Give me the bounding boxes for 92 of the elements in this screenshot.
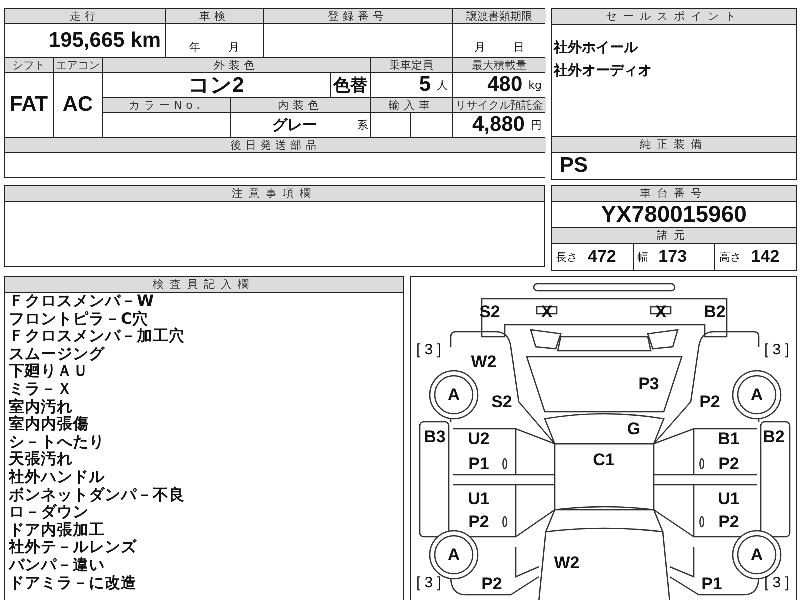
damage-code: U2 xyxy=(468,430,490,448)
damage-code: P1 xyxy=(702,576,722,592)
inspector-note: 天張汚れ xyxy=(9,451,73,468)
inspector-note: シ－トへたり xyxy=(9,434,105,451)
section-header: 純正装備 xyxy=(552,136,796,153)
field-label: カラーNo. xyxy=(103,98,230,112)
inspector-note: ロ－ダウン xyxy=(9,504,89,522)
inspector-note: 社外テ－ルレンズ xyxy=(9,539,137,556)
field-label: 最大積載量 xyxy=(453,58,546,72)
field-label: 車検 xyxy=(166,9,263,23)
field-value: 480 xyxy=(488,73,523,97)
inspector-note: 室内汚れ xyxy=(9,398,73,416)
field-label: 輸入車 xyxy=(371,98,452,112)
field-label: 乗車定員 xyxy=(371,58,452,72)
tire-rating: [ 3 ] xyxy=(764,576,790,590)
field-value: コン2 xyxy=(188,73,244,97)
spec-value: 173 xyxy=(658,247,688,267)
field-value: AC xyxy=(62,93,94,117)
damage-code: U1 xyxy=(468,490,490,508)
field-label: 後日発送部品 xyxy=(5,138,546,152)
unit-label: 月 xyxy=(474,40,486,55)
tire-rating: [ 3 ] xyxy=(416,576,442,590)
tire-rating: [ 3 ] xyxy=(764,342,790,358)
spec-label: 高さ xyxy=(719,250,742,264)
damage-code: S2 xyxy=(492,394,512,410)
wheel-code: A xyxy=(448,386,460,404)
section-header: 注意事項欄 xyxy=(5,186,544,202)
damage-code: U1 xyxy=(718,490,740,508)
damage-code: B2 xyxy=(704,304,726,320)
chassis-number: YX780015960 xyxy=(601,201,747,228)
sales-point: 社外オーディオ xyxy=(554,62,652,80)
wheel-code: A xyxy=(750,386,764,404)
damage-code: W2 xyxy=(554,554,580,572)
field-value: 5 xyxy=(419,73,431,97)
damage-code: P2 xyxy=(718,456,740,472)
damage-code: C1 xyxy=(593,452,615,468)
damage-code: B3 xyxy=(424,428,446,446)
unit-label: 年 xyxy=(190,40,200,55)
damage-code: W2 xyxy=(471,354,497,370)
spec-label: 幅 xyxy=(638,250,649,264)
wheel-code: A xyxy=(448,546,460,564)
field-label: エアコン xyxy=(54,58,102,72)
damage-code: B1 xyxy=(718,430,740,448)
damage-code: P2 xyxy=(482,576,502,592)
section-header: セールスポイント xyxy=(552,9,796,25)
damage-code: P2 xyxy=(700,394,720,410)
unit-label: 日 xyxy=(514,40,524,55)
inspector-note: ボンネットダンパ－不良 xyxy=(9,486,185,504)
wheel-code: A xyxy=(750,546,764,564)
inspector-note: Ｆクロスメンバ－W xyxy=(9,293,154,310)
unit-label: kg xyxy=(528,78,542,92)
field-value: FAT xyxy=(10,93,48,117)
damage-code: P2 xyxy=(718,514,740,530)
inspector-note: ミラ－Ｘ xyxy=(9,380,73,398)
inspector-note: スムージング xyxy=(9,346,105,364)
section-header: 車台番号 xyxy=(552,186,796,202)
inspector-note: フロントピラ－C穴 xyxy=(9,310,148,328)
field-label: 譲渡書類期限 xyxy=(453,9,546,23)
damage-code: P1 xyxy=(468,456,490,472)
inspector-note: 下廻りＡＵ xyxy=(9,363,89,381)
inspector-note: バンパ－違い xyxy=(9,556,105,574)
unit-label: 円 xyxy=(531,118,542,132)
field-value: 4,880 xyxy=(472,113,525,137)
inspector-note: 室内内張傷 xyxy=(9,416,89,434)
spec-label: 長さ xyxy=(556,250,578,264)
field-value: グレー xyxy=(272,116,318,134)
damage-code: P3 xyxy=(638,376,660,392)
mileage-value: 195,665 km xyxy=(48,28,161,52)
spec-value: 142 xyxy=(751,247,780,267)
field-label: 内装色 xyxy=(231,98,370,112)
repaint-mark: 色替 xyxy=(334,74,368,96)
spec-value: 472 xyxy=(588,247,616,267)
inspector-note: ドア内張加工 xyxy=(9,522,105,539)
field-label: 登録番号 xyxy=(264,9,452,23)
unit-label: 月 xyxy=(228,40,240,55)
tire-rating: [ 3 ] xyxy=(416,342,442,358)
field-label: 外装色 xyxy=(103,58,370,72)
field-label: シフト xyxy=(5,58,53,72)
damage-code: G xyxy=(627,420,641,438)
field-label: リサイクル預託金 xyxy=(453,98,546,112)
sales-point: 社外ホイール xyxy=(554,39,638,57)
section-header: 検査員記入欄 xyxy=(5,277,403,293)
damage-code: B2 xyxy=(763,428,785,446)
unit-label: 人 xyxy=(437,78,448,92)
inspector-note: 社外ハンドル xyxy=(9,468,105,487)
inspector-note: ドアミラ－に改造 xyxy=(9,574,137,592)
field-label: 走行 xyxy=(5,9,165,23)
section-header: 諸元 xyxy=(552,227,796,244)
equipment-value: PS xyxy=(560,154,588,178)
damage-code: P2 xyxy=(468,514,490,530)
inspector-note: Ｆクロスメンバ－加工穴 xyxy=(9,328,185,346)
unit-label: 系 xyxy=(358,118,368,132)
